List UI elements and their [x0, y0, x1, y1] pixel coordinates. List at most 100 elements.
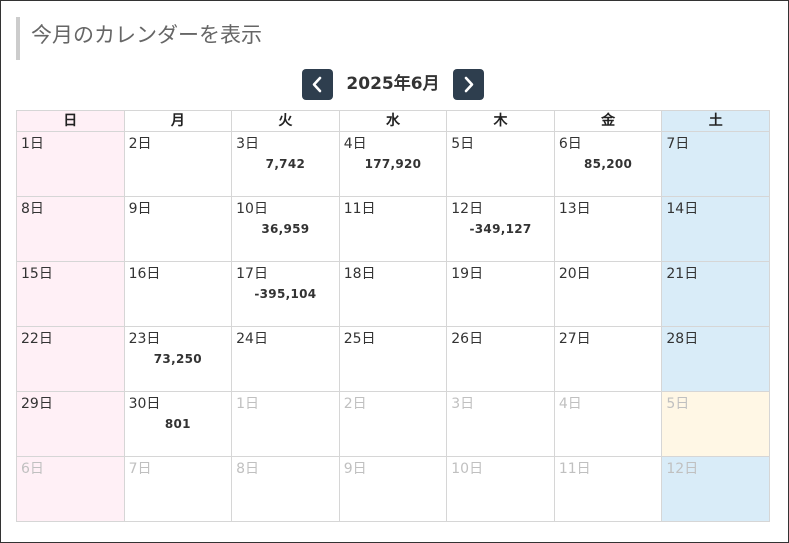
calendar-day-cell[interactable]: 23日 73,250: [123, 326, 233, 392]
day-number: 10日: [451, 461, 484, 477]
calendar-day-cell[interactable]: 22日: [16, 326, 125, 392]
day-number: 5日: [451, 136, 475, 152]
day-number: 8日: [21, 201, 44, 217]
weekday-header-fri: 金: [553, 110, 663, 132]
calendar-day-cell[interactable]: 5日: [661, 391, 770, 457]
day-number: 7日: [666, 136, 690, 152]
calendar-day-cell[interactable]: 9日: [123, 196, 233, 262]
calendar-week-row: 15日 16日 17日 -395,104 18日 19日 20日 21日: [16, 261, 770, 327]
calendar-week-row: 6日 7日 8日 9日 10日 11日 12日: [16, 456, 770, 522]
prev-month-button[interactable]: [302, 69, 333, 100]
calendar-day-cell[interactable]: 12日: [661, 456, 770, 522]
day-number: 19日: [451, 266, 484, 282]
calendar-day-cell[interactable]: 15日: [16, 261, 125, 327]
weekday-header-thu: 木: [446, 110, 555, 132]
calendar-week-row: 1日 2日 3日 7,742 4日 177,920 5日 6日 85,200 7日: [16, 131, 770, 197]
day-number: 7日: [128, 461, 152, 477]
day-number: 3日: [236, 136, 260, 152]
day-number: 5日: [666, 396, 690, 412]
calendar-day-cell[interactable]: 17日 -395,104: [231, 261, 340, 327]
calendar-day-cell[interactable]: 12日 -349,127: [446, 196, 555, 262]
calendar-day-cell[interactable]: 10日 36,959: [231, 196, 340, 262]
page-title: 今月のカレンダーを表示: [16, 17, 756, 60]
chevron-left-icon: [312, 76, 322, 93]
calendar-day-cell[interactable]: 8日: [231, 456, 340, 522]
calendar-day-cell[interactable]: 26日: [446, 326, 555, 392]
next-month-button[interactable]: [453, 69, 484, 100]
calendar-day-cell[interactable]: 6日: [16, 456, 125, 522]
day-number: 6日: [21, 461, 44, 477]
day-number: 1日: [236, 396, 260, 412]
day-amount: 85,200: [584, 157, 633, 171]
calendar-day-cell[interactable]: 2日: [123, 131, 233, 197]
weekday-header-row: 日 月 火 水 木 金 土: [16, 110, 770, 132]
calendar-day-cell[interactable]: 18日: [338, 261, 448, 327]
calendar-day-cell[interactable]: 1日: [231, 391, 340, 457]
day-number: 9日: [343, 461, 367, 477]
calendar-day-cell[interactable]: 14日: [661, 196, 770, 262]
weekday-header-sun: 日: [16, 110, 125, 132]
calendar-day-cell[interactable]: 7日: [123, 456, 233, 522]
day-amount: 177,920: [364, 157, 422, 171]
day-number: 4日: [343, 136, 367, 152]
calendar-week-row: 22日 23日 73,250 24日 25日 26日 27日 28日: [16, 326, 770, 392]
calendar-day-cell[interactable]: 10日: [446, 456, 555, 522]
day-number: 8日: [236, 461, 260, 477]
weekday-header-sat: 土: [661, 110, 770, 132]
calendar-day-cell[interactable]: 4日 177,920: [338, 131, 448, 197]
calendar-day-cell[interactable]: 19日: [446, 261, 555, 327]
day-amount: 73,250: [153, 352, 202, 366]
current-month-label: 2025年6月: [346, 74, 440, 94]
calendar-day-cell[interactable]: 9日: [338, 456, 448, 522]
day-number: 20日: [558, 266, 591, 282]
calendar-day-cell[interactable]: 11日: [553, 456, 663, 522]
day-number: 27日: [558, 331, 591, 347]
day-number: 1日: [21, 136, 44, 152]
calendar-day-cell[interactable]: 4日: [553, 391, 663, 457]
day-amount: -349,127: [469, 222, 532, 236]
weekday-header-mon: 月: [123, 110, 233, 132]
day-number: 2日: [343, 396, 367, 412]
day-number: 28日: [666, 331, 699, 347]
day-amount: 36,959: [261, 222, 310, 236]
calendar-grid: 日 月 火 水 木 金 土 1日 2日 3日 7,742 4日 177,920 5日 6日 85…: [16, 110, 770, 522]
day-amount: 801: [164, 417, 191, 431]
calendar-day-cell[interactable]: 8日: [16, 196, 125, 262]
calendar-day-cell[interactable]: 1日: [16, 131, 125, 197]
calendar-day-cell[interactable]: 13日: [553, 196, 663, 262]
calendar-day-cell[interactable]: 3日: [446, 391, 555, 457]
day-number: 9日: [128, 201, 152, 217]
calendar-day-cell[interactable]: 27日: [553, 326, 663, 392]
calendar-day-cell[interactable]: 5日: [446, 131, 555, 197]
calendar-day-cell[interactable]: 25日: [338, 326, 448, 392]
day-number: 11日: [558, 461, 591, 477]
day-number: 21日: [666, 266, 699, 282]
calendar-day-cell[interactable]: 28日: [661, 326, 770, 392]
calendar-day-cell[interactable]: 7日: [661, 131, 770, 197]
calendar-day-cell[interactable]: 6日 85,200: [553, 131, 663, 197]
day-number: 22日: [21, 331, 53, 347]
day-number: 24日: [236, 331, 268, 347]
day-number: 13日: [558, 201, 591, 217]
day-number: 4日: [558, 396, 582, 412]
day-number: 12日: [666, 461, 699, 477]
day-amount: 7,742: [265, 157, 306, 171]
calendar-day-cell[interactable]: 3日 7,742: [231, 131, 340, 197]
calendar-day-cell[interactable]: 24日: [231, 326, 340, 392]
day-number: 30日: [128, 396, 161, 412]
day-number: 16日: [128, 266, 161, 282]
calendar-day-cell[interactable]: 21日: [661, 261, 770, 327]
calendar-day-cell[interactable]: 2日: [338, 391, 448, 457]
calendar-day-cell[interactable]: 16日: [123, 261, 233, 327]
calendar-day-cell[interactable]: 11日: [338, 196, 448, 262]
calendar-week-row: 29日 30日 801 1日 2日 3日 4日 5日: [16, 391, 770, 457]
day-number: 15日: [21, 266, 53, 282]
day-number: 29日: [21, 396, 53, 412]
day-number: 25日: [343, 331, 376, 347]
calendar-day-cell[interactable]: 30日 801: [123, 391, 233, 457]
month-navigation: 2025年6月: [1, 69, 789, 101]
day-number: 3日: [451, 396, 475, 412]
calendar-day-cell[interactable]: 29日: [16, 391, 125, 457]
weekday-header-wed: 水: [338, 110, 448, 132]
calendar-day-cell[interactable]: 20日: [553, 261, 663, 327]
